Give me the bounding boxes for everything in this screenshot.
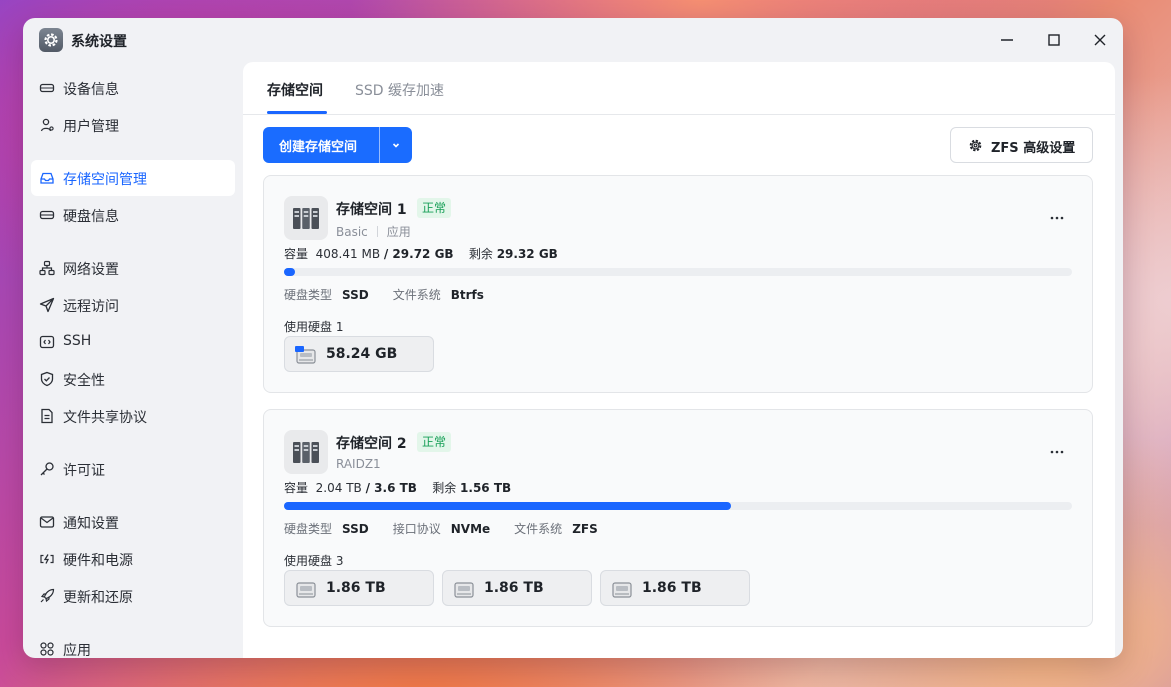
- network-icon: [39, 260, 55, 276]
- ssd-disk-icon: [295, 346, 316, 364]
- gear-icon: [969, 139, 982, 152]
- usage-bar: [284, 268, 1072, 276]
- active-tab-indicator: [267, 111, 327, 114]
- zfs-settings-button[interactable]: ZFS 高级设置: [950, 127, 1093, 163]
- storage-content-panel: 存储空间 SSD 缓存加速 创建存储空间 ZFS 高级设置 存储空间 1 正常 …: [243, 62, 1115, 658]
- settings-window: 系统设置 设备信息 用户管理 存储空间管理 硬盘信息 网络设置 远程访问 SSH…: [23, 18, 1123, 658]
- sidebar-item-license[interactable]: 许可证: [31, 451, 235, 487]
- pool-name: 存储空间 1: [336, 202, 407, 218]
- pool-name: 存储空间 2: [336, 436, 407, 452]
- capacity-stats: 容量 408.41 MB / 29.72 GB 剩余 29.32 GB: [284, 247, 558, 261]
- disk-chip[interactable]: 1.86 TB: [442, 570, 592, 606]
- used-disks-label: 使用硬盘 3: [284, 554, 344, 568]
- key-icon: [40, 462, 54, 476]
- create-storage-button[interactable]: 创建存储空间: [263, 127, 412, 163]
- send-icon: [39, 297, 55, 313]
- sidebar-item-disk-info[interactable]: 硬盘信息: [31, 197, 235, 233]
- sidebar-item-ssh[interactable]: SSH: [31, 324, 235, 360]
- pool-meta: 硬盘类型 SSD 文件系统 Btrfs: [284, 288, 484, 302]
- file-icon: [41, 408, 53, 424]
- sidebar-item-apps[interactable]: 应用: [31, 631, 235, 658]
- sidebar-item-storage[interactable]: 存储空间管理: [31, 160, 235, 196]
- status-badge: 正常: [417, 198, 452, 218]
- title-bar: 系统设置: [23, 18, 1123, 62]
- power-icon: [40, 554, 54, 564]
- usage-bar-fill: [284, 502, 731, 510]
- usage-bar-fill: [284, 268, 296, 276]
- sidebar-item-update-restore[interactable]: 更新和还原: [31, 578, 235, 614]
- ssh-icon: [39, 335, 55, 349]
- disk-icon: [39, 210, 55, 220]
- storage-pool-icon: [284, 196, 328, 240]
- sidebar-item-hardware-power[interactable]: 硬件和电源: [31, 541, 235, 577]
- more-icon[interactable]: [1049, 214, 1065, 222]
- usage-bar: [284, 502, 1072, 510]
- used-disks-label: 使用硬盘 1: [284, 320, 344, 334]
- minimize-button[interactable]: [997, 30, 1017, 50]
- sidebar-item-security[interactable]: 安全性: [31, 361, 235, 397]
- maximize-button[interactable]: [1044, 30, 1064, 50]
- apps-icon: [40, 642, 54, 656]
- status-badge: 正常: [417, 432, 452, 452]
- tab-storage[interactable]: 存储空间: [267, 80, 323, 100]
- storage-pool-card: 存储空间 1 正常 Basic 应用 容量 408.41 MB / 29.72 G…: [263, 175, 1093, 393]
- tab-bar: 存储空间 SSD 缓存加速: [243, 62, 1115, 115]
- storage-pool-icon: [284, 430, 328, 474]
- rocket-icon: [40, 588, 55, 603]
- mail-icon: [39, 516, 55, 528]
- hdd-disk-icon: [612, 582, 632, 598]
- tab-ssd-cache[interactable]: SSD 缓存加速: [355, 80, 444, 100]
- pool-subtitle: RAIDZ1: [336, 457, 381, 471]
- sidebar-item-network[interactable]: 网络设置: [31, 250, 235, 286]
- hdd-disk-icon: [454, 582, 474, 598]
- user-icon: [40, 118, 54, 132]
- sidebar-item-notifications[interactable]: 通知设置: [31, 504, 235, 540]
- pool-meta: 硬盘类型 SSD 接口协议 NVMe 文件系统 ZFS: [284, 522, 598, 536]
- storage-pool-card: 存储空间 2 正常 RAIDZ1 容量 2.04 TB / 3.6 TB 剩余 …: [263, 409, 1093, 627]
- settings-app-icon: [39, 28, 63, 52]
- sidebar-item-remote-access[interactable]: 远程访问: [31, 287, 235, 323]
- more-icon[interactable]: [1049, 448, 1065, 456]
- window-title: 系统设置: [71, 34, 127, 50]
- chevron-down-icon[interactable]: [390, 139, 402, 151]
- hdd-disk-icon: [296, 582, 316, 598]
- sidebar-nav: 设备信息 用户管理 存储空间管理 硬盘信息 网络设置 远程访问 SSH 安全性: [31, 70, 235, 658]
- capacity-stats: 容量 2.04 TB / 3.6 TB 剩余 1.56 TB: [284, 481, 512, 495]
- sidebar-item-users[interactable]: 用户管理: [31, 107, 235, 143]
- close-button[interactable]: [1090, 30, 1110, 50]
- pool-subtitle: Basic 应用: [336, 225, 411, 239]
- disk-chip[interactable]: 58.24 GB: [284, 336, 434, 372]
- sidebar-item-device-info[interactable]: 设备信息: [31, 70, 235, 106]
- disk-chip[interactable]: 1.86 TB: [284, 570, 434, 606]
- storage-icon: [40, 172, 54, 184]
- split-divider: [379, 127, 380, 163]
- sidebar-item-file-sharing[interactable]: 文件共享协议: [31, 398, 235, 434]
- shield-icon: [40, 371, 54, 387]
- device-icon: [39, 83, 55, 93]
- disk-chip[interactable]: 1.86 TB: [600, 570, 750, 606]
